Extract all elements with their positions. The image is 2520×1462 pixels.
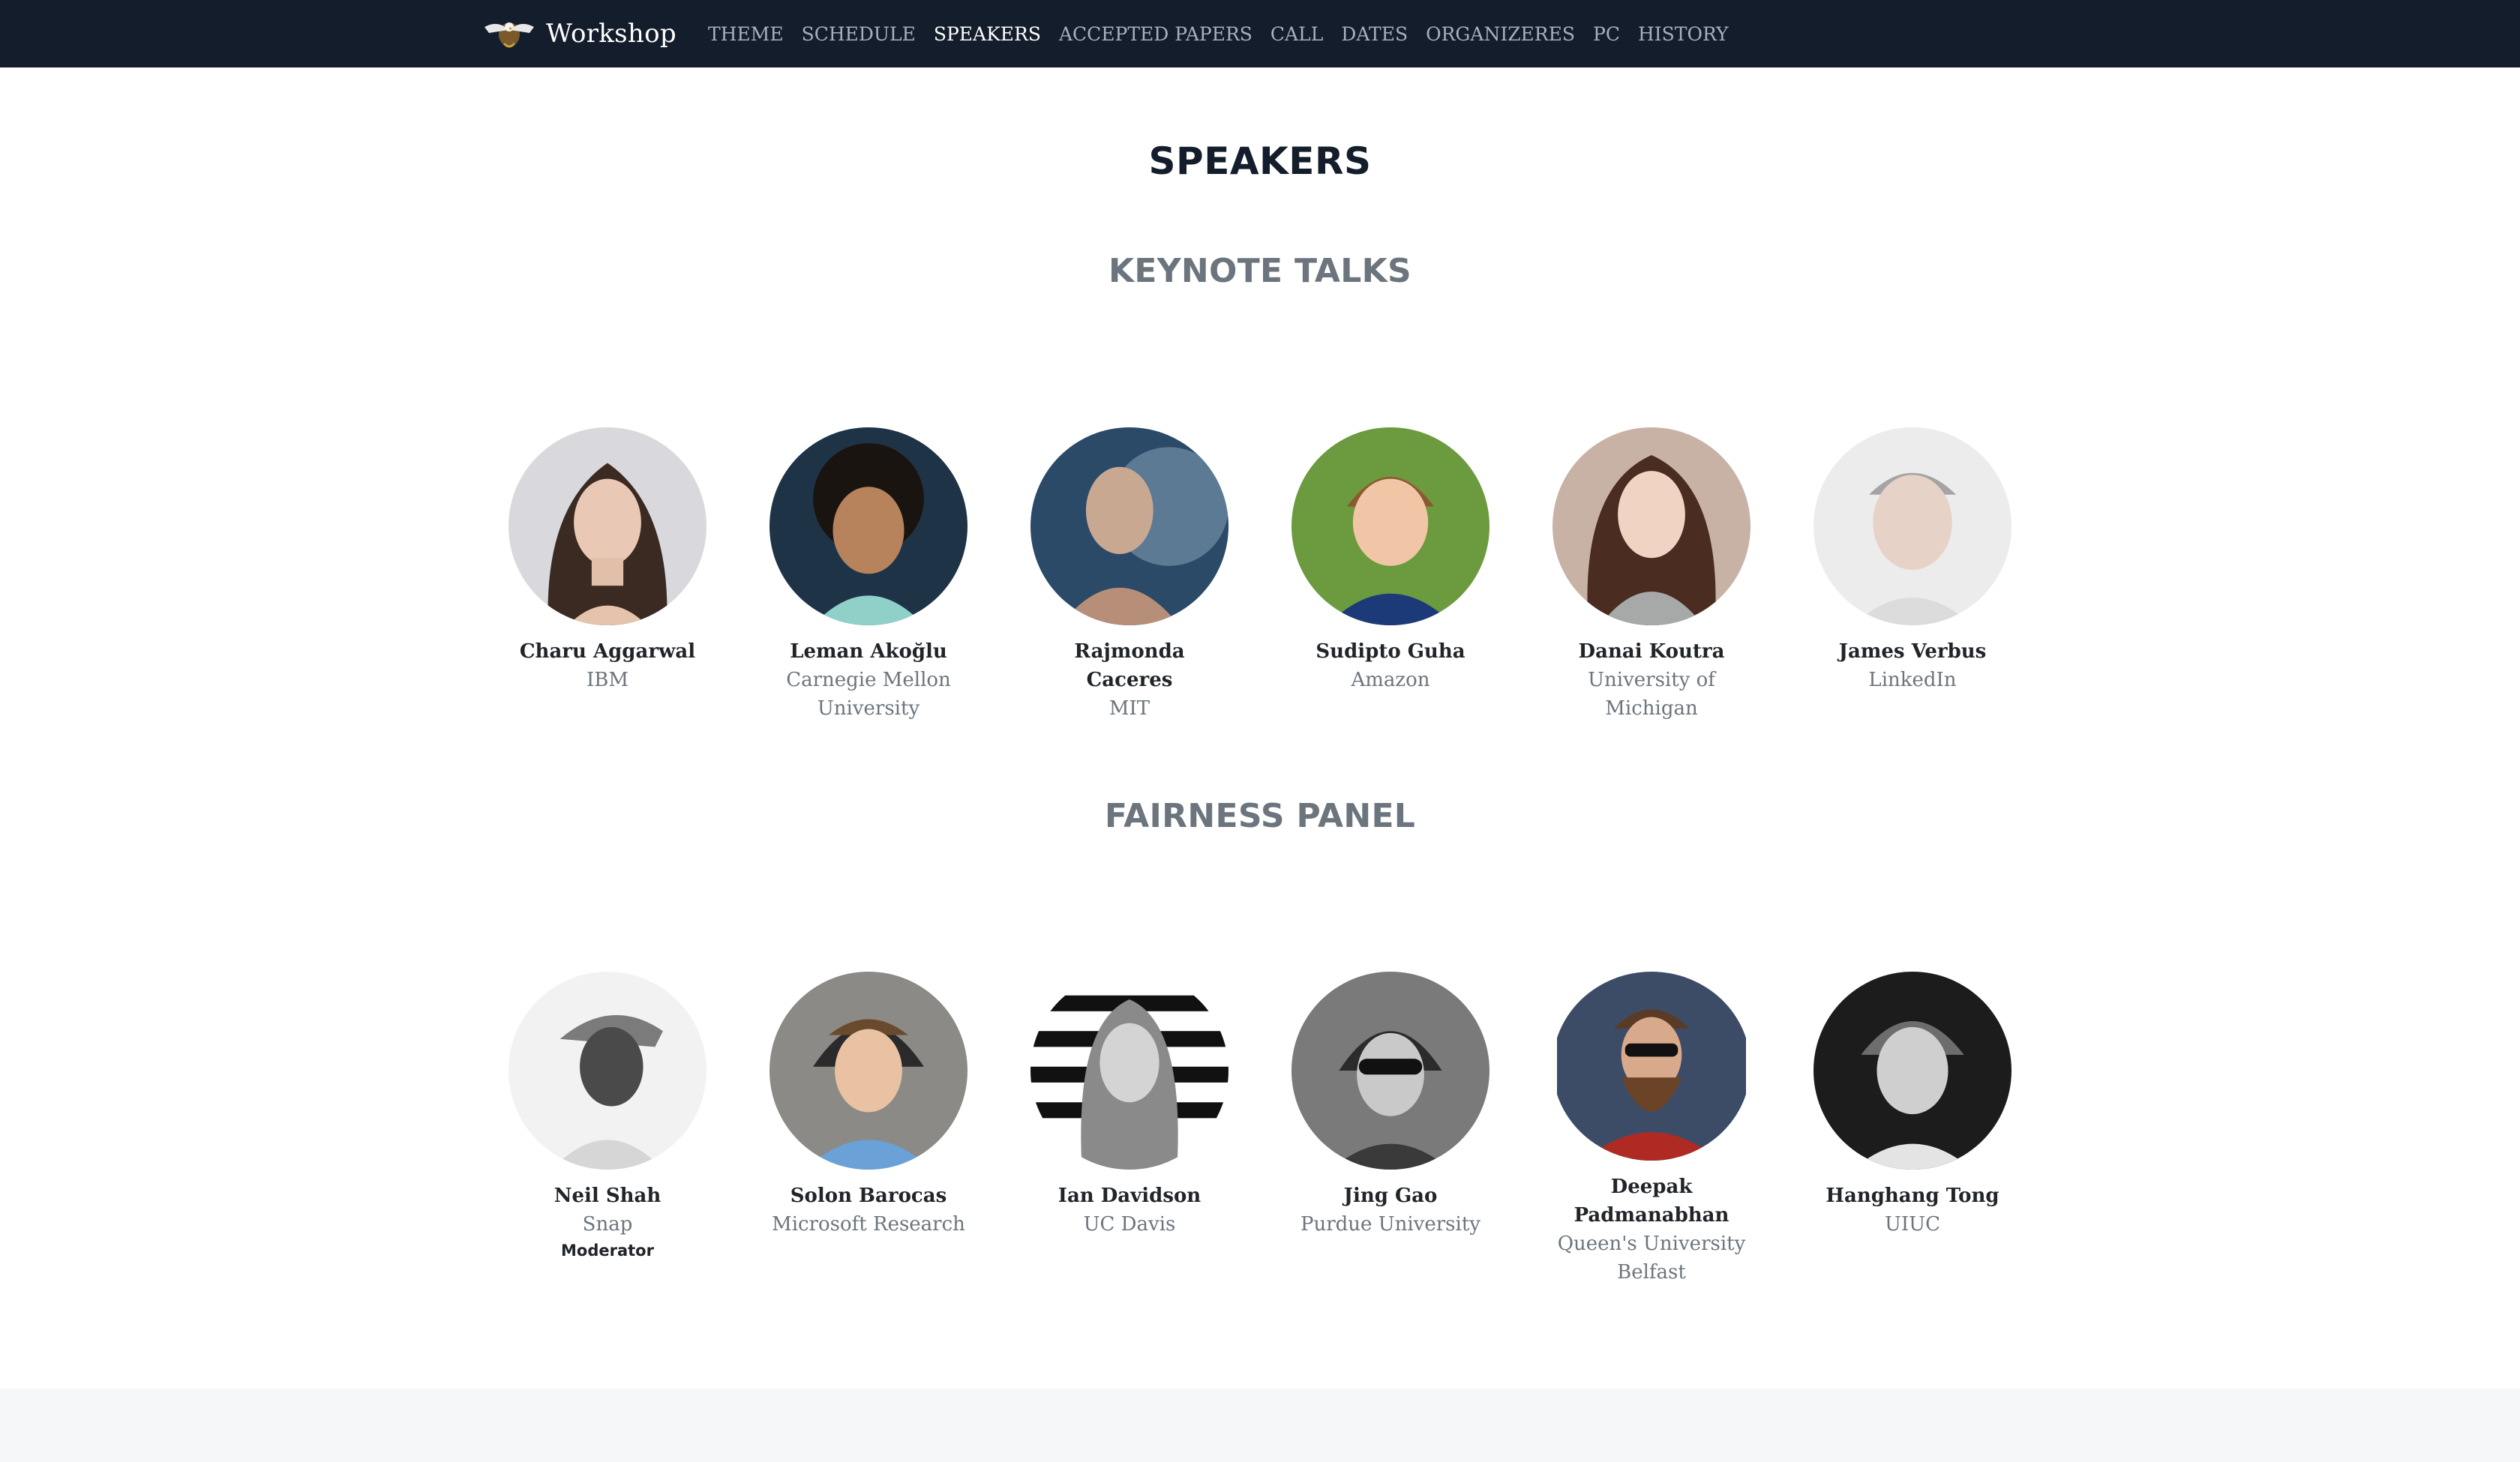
panel-speakers-grid: Neil Shah Snap Moderator Solon Barocas M… [495,972,2025,1287]
speaker-photo[interactable] [1552,427,1750,625]
speaker-name: Neil Shah [554,1185,662,1207]
speaker-photo[interactable] [1814,427,2012,625]
speaker-name: Danai Koutra [1578,640,1725,663]
speaker-photo[interactable] [1030,972,1228,1170]
panel-section-title: FAIRNESS PANEL [1104,797,1416,835]
speaker-card: Neil Shah Snap Moderator [495,972,720,1287]
speaker-photo[interactable] [770,972,968,1170]
speaker-card: Hanghang Tong UIUC [1800,972,2025,1287]
speaker-affiliation: IBM [586,669,628,691]
speaker-affiliation: Snap [582,1213,633,1236]
speaker-photo[interactable] [508,427,706,625]
speaker-affiliation: LinkedIn [1868,669,1957,691]
page-title: SPEAKERS [1148,139,1372,183]
speaker-name: Hanghang Tong [1826,1185,2000,1207]
speaker-affiliation: Purdue University [1300,1213,1480,1236]
speaker-name: Ian Davidson [1058,1185,1202,1207]
speaker-affiliation: University of Michigan [1588,669,1715,720]
nav-item-schedule[interactable]: SCHEDULE [802,23,916,45]
speaker-name: Jing Gao [1343,1185,1438,1207]
speaker-photo[interactable] [1292,427,1490,625]
nav-item-history[interactable]: HISTORY [1638,23,1729,45]
speaker-photo[interactable] [1814,972,2012,1170]
nav-item-dates[interactable]: DATES [1341,23,1408,45]
speaker-photo[interactable] [770,427,968,625]
speaker-affiliation: UC Davis [1083,1213,1176,1236]
speaker-card: Sudipto Guha Amazon [1278,427,1503,742]
nav-menu: THEME SCHEDULE SPEAKERS ACCEPTED PAPERS … [708,0,1729,67]
speaker-photo[interactable] [508,972,706,1170]
nav-item-accepted-papers[interactable]: ACCEPTED PAPERS [1059,23,1252,45]
speaker-affiliation: Carnegie Mellon University [786,669,951,720]
speaker-photo[interactable] [1292,972,1490,1170]
speaker-card: Danai Koutra University of Michigan [1539,427,1764,742]
speaker-photo[interactable] [1030,427,1228,625]
footer [0,1389,2520,1462]
speaker-name: Charu Aggarwal [519,640,696,663]
speaker-affiliation: MIT [1108,697,1150,720]
speaker-affiliation: Microsoft Research [772,1213,965,1236]
speaker-affiliation: UIUC [1885,1213,1940,1236]
brand-name: Workshop [546,19,676,49]
speaker-card: Deepak Padmanabhan Queen's University Be… [1539,972,1764,1287]
speaker-affiliation: Amazon [1351,669,1430,691]
speaker-card: Leman Akoğlu Carnegie Mellon University [756,427,981,742]
nav-item-speakers[interactable]: SPEAKERS [934,23,1041,45]
speaker-name: Leman Akoğlu [790,640,947,663]
speaker-card: Charu Aggarwal IBM [495,427,720,742]
speaker-name: James Verbus [1838,640,1987,663]
keynote-section-title: KEYNOTE TALKS [1108,252,1412,290]
speaker-card: Solon Barocas Microsoft Research [756,972,981,1287]
nav-item-theme[interactable]: THEME [708,23,784,45]
speaker-card: Rajmonda Caceres MIT [1017,427,1242,742]
speaker-role: Moderator [561,1242,654,1260]
nav-item-organizeres[interactable]: ORGANIZERES [1426,23,1575,45]
speaker-name: Solon Barocas [790,1185,947,1207]
nav-item-pc[interactable]: PC [1593,23,1620,45]
speaker-name: Rajmonda Caceres [1074,640,1185,691]
speaker-affiliation: Queen's University Belfast [1557,1233,1746,1284]
eagle-logo-icon [484,22,534,48]
speaker-name: Sudipto Guha [1316,640,1466,663]
speaker-card: James Verbus LinkedIn [1800,427,2025,742]
speaker-name: Deepak Padmanabhan [1574,1176,1730,1227]
brand-link[interactable]: Workshop [483,0,676,67]
speaker-card: Ian Davidson UC Davis [1017,972,1242,1287]
speaker-card: Jing Gao Purdue University [1278,972,1503,1287]
top-navbar: Workshop THEME SCHEDULE SPEAKERS ACCEPTE… [0,0,2520,67]
speaker-photo[interactable] [1552,972,1750,1161]
keynote-speakers-grid: Charu Aggarwal IBM Leman Akoğlu Carnegie… [495,427,2025,742]
nav-item-call[interactable]: CALL [1270,23,1323,45]
